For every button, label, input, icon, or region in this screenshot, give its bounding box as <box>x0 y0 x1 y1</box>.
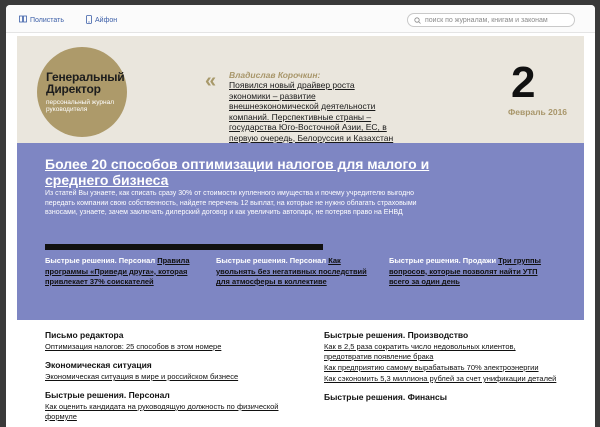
section-heading: Экономическая ситуация <box>45 360 152 370</box>
quote-author: Владислав Корочкин: <box>229 70 321 80</box>
cover-story: Более 20 способов оптимизации налогов дл… <box>17 143 584 320</box>
section-heading: Быстрые решения. Производство <box>324 330 469 340</box>
toc-section: Экономическая ситуация Экономическая сит… <box>45 360 285 382</box>
toc-section: Быстрые решения. Персонал Как оценить ка… <box>45 390 285 422</box>
teaser-heading: Быстрые решения. Персонал <box>45 256 158 265</box>
toc-section: Быстрые решения. Финансы <box>324 392 564 403</box>
search-icon <box>414 11 421 29</box>
quote-mark-icon: « <box>205 70 217 92</box>
toc-section: Письмо редактора Оптимизация налогов: 25… <box>45 330 285 352</box>
table-of-contents: Письмо редактора Оптимизация налогов: 25… <box>17 320 584 427</box>
article-link[interactable]: Как сэкономить 5,3 миллиона рублей за сч… <box>324 374 564 384</box>
toc-left-column: Письмо редактора Оптимизация налогов: 25… <box>45 330 285 427</box>
app-window: Полистать Айфон Генеральный Директор пер… <box>6 5 595 427</box>
magazine-page: Генеральный Директор персональный журнал… <box>17 36 584 427</box>
section-heading: Быстрые решения. Финансы <box>324 392 448 402</box>
quote-link[interactable]: Появился новый драйвер роста экономики –… <box>229 80 394 143</box>
phone-icon <box>86 14 92 26</box>
search-input[interactable] <box>425 16 565 24</box>
section-heading: Быстрые решения. Персонал <box>45 390 170 400</box>
iphone-button[interactable]: Айфон <box>86 14 117 26</box>
issue-date: Февраль 2016 <box>508 107 568 117</box>
divider-bar <box>45 244 323 250</box>
toolbar: Полистать Айфон <box>6 5 595 33</box>
logo-subtitle-1: персональный журнал <box>46 99 114 106</box>
masthead: Генеральный Директор персональный журнал… <box>17 36 584 143</box>
article-link[interactable]: Как предприятию самому вырабатывать 70% … <box>324 363 564 373</box>
cover-story-lead: Из статей Вы узнаете, как списать сразу … <box>45 190 417 216</box>
magazine-logo[interactable]: Генеральный Директор персональный журнал… <box>37 47 127 137</box>
toc-right-column: Быстрые решения. Производство Как в 2,5 … <box>324 330 564 411</box>
hero-teaser: Быстрые решения. Персонал Как увольнять … <box>216 256 376 288</box>
read-label: Полистать <box>30 16 64 24</box>
iphone-label: Айфон <box>95 16 118 24</box>
article-link[interactable]: Оптимизация налогов: 25 способов в этом … <box>45 342 285 352</box>
teaser-heading: Быстрые решения. Продажи <box>389 256 499 265</box>
read-button[interactable]: Полистать <box>19 14 64 26</box>
hero-teaser: Быстрые решения. Персонал Правила програ… <box>45 256 205 288</box>
cover-story-title[interactable]: Более 20 способов оптимизации налогов дл… <box>45 156 465 188</box>
toc-section: Быстрые решения. Производство Как в 2,5 … <box>324 330 564 384</box>
article-link[interactable]: Экономическая ситуация в мире и российск… <box>45 372 285 382</box>
teaser-heading: Быстрые решения. Персонал <box>216 256 329 265</box>
article-link[interactable]: Как в 2,5 раза сократить число недовольн… <box>324 342 564 362</box>
hero-teaser: Быстрые решения. Продажи Три группы вопр… <box>389 256 549 288</box>
book-icon <box>19 15 27 25</box>
logo-line-2: Директор <box>46 82 101 96</box>
logo-subtitle-2: руководителя <box>46 106 88 113</box>
article-link[interactable]: Как оценить кандидата на руководящую дол… <box>45 402 285 422</box>
section-heading: Письмо редактора <box>45 330 124 340</box>
issue-number: 2 <box>511 58 536 107</box>
search-box[interactable] <box>407 13 575 27</box>
